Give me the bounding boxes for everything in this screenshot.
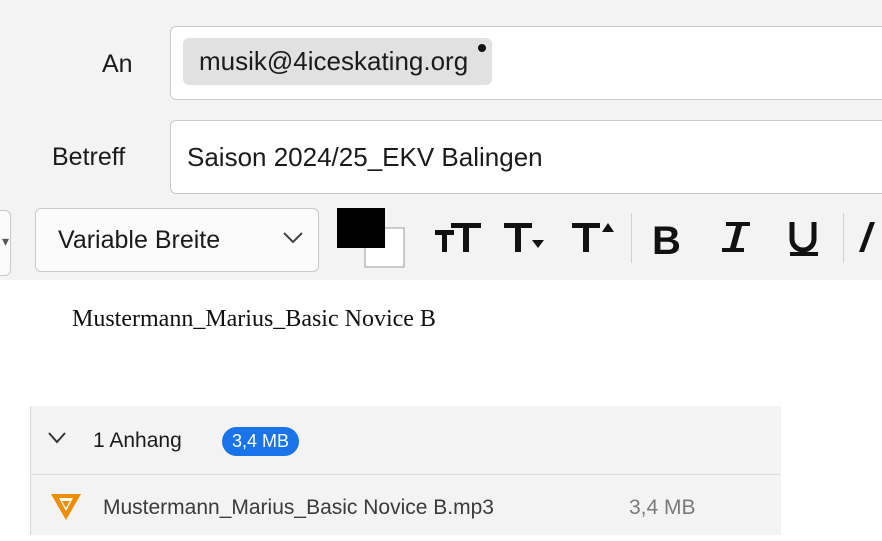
svg-text:B: B: [652, 219, 681, 263]
recipient-pill[interactable]: musik@4iceskating.org: [183, 38, 493, 85]
attachment-filesize: 3,4 MB: [629, 496, 696, 519]
italic-icon[interactable]: [718, 212, 758, 268]
toolbar-separator: [631, 213, 632, 263]
chevron-down-icon: [283, 232, 303, 244]
font-family-value: Variable Breite: [58, 226, 221, 254]
attachment-header[interactable]: 1 Anhang 3,4 MB: [31, 406, 781, 475]
bold-icon[interactable]: B: [648, 212, 692, 268]
attachment-count: 1 Anhang: [93, 429, 182, 452]
vlc-icon: [51, 494, 81, 520]
chevron-down-icon: ▾: [1, 233, 9, 249]
attachment-size-badge: 3,4 MB: [222, 427, 300, 456]
attachment-item[interactable]: Mustermann_Marius_Basic Novice B.mp3 3,4…: [31, 475, 781, 535]
text-larger-icon[interactable]: [568, 212, 624, 268]
to-field[interactable]: musik@4iceskating.org: [170, 26, 882, 100]
toolbar-separator: [843, 213, 844, 263]
font-family-dropdown[interactable]: Variable Breite: [35, 208, 319, 272]
subject-input[interactable]: Saison 2024/25_EKV Balingen: [187, 121, 543, 193]
recipient-address: musik@4iceskating.org: [199, 46, 469, 76]
chevron-down-icon: [48, 432, 66, 444]
subject-field[interactable]: Saison 2024/25_EKV Balingen: [170, 120, 882, 194]
subject-label: Betreff: [52, 143, 126, 171]
message-body[interactable]: Mustermann_Marius_Basic Novice B: [72, 306, 436, 333]
underline-icon[interactable]: [784, 212, 824, 268]
paragraph-format-dropdown[interactable]: ▾: [0, 210, 11, 276]
color-picker-icon: [337, 208, 405, 268]
attachment-panel: 1 Anhang 3,4 MB Mustermann_Marius_Basic …: [30, 406, 781, 535]
recipient-status-dot: [478, 44, 487, 52]
text-color-button[interactable]: [337, 208, 407, 270]
to-label: An: [102, 50, 133, 78]
font-style-icon[interactable]: [856, 212, 882, 268]
compose-header: An musik@4iceskating.org Betreff Saison …: [0, 0, 882, 280]
attachment-filename: Mustermann_Marius_Basic Novice B.mp3: [103, 496, 494, 519]
text-smaller-icon[interactable]: [500, 212, 550, 268]
text-size-icon[interactable]: [433, 212, 485, 268]
